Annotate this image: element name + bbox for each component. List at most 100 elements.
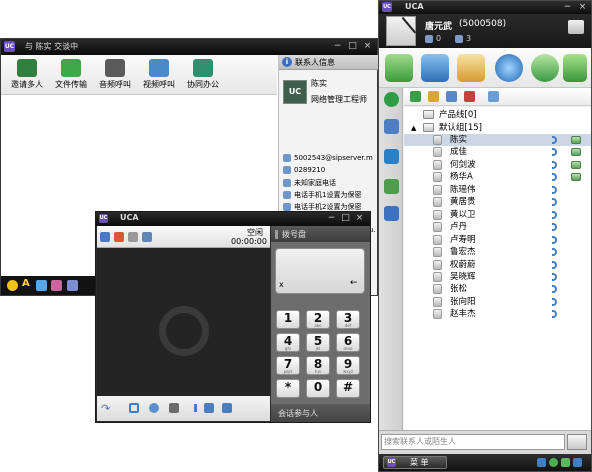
video-call-icon[interactable]	[571, 136, 581, 144]
phone-call-icon[interactable]	[552, 160, 557, 169]
phone-call-icon[interactable]	[552, 235, 557, 244]
audio-call-button[interactable]: 音频呼叫	[93, 56, 137, 94]
speaker-icon[interactable]	[222, 403, 232, 413]
dial-key[interactable]: 2 abc	[306, 310, 330, 329]
contact-row[interactable]: 吴晓辉	[404, 271, 591, 283]
contact-row[interactable]: 陈实	[404, 134, 591, 146]
phone-call-icon[interactable]	[552, 260, 557, 269]
org-chart-icon[interactable]	[385, 54, 413, 82]
hangup-icon[interactable]	[114, 232, 124, 242]
record-icon[interactable]	[169, 403, 179, 413]
dial-number-display[interactable]: x ←	[275, 248, 365, 294]
dial-key[interactable]: 1	[276, 310, 300, 329]
groups-tab-icon[interactable]	[384, 119, 399, 134]
dial-key[interactable]: #	[336, 379, 360, 398]
screen-share-icon[interactable]	[142, 232, 152, 242]
clear-icon[interactable]: x	[279, 280, 284, 289]
user-avatar[interactable]	[386, 16, 417, 46]
screenshot-icon[interactable]	[36, 280, 47, 291]
video-call-button[interactable]: 视频呼叫	[137, 56, 181, 94]
phone-call-icon[interactable]	[552, 272, 557, 281]
message-icon[interactable]	[455, 35, 463, 43]
video-call-icon[interactable]	[571, 173, 581, 182]
contact-row[interactable]: 黄居贵	[404, 196, 591, 208]
maximize-icon[interactable]: □	[339, 213, 352, 224]
menu-button[interactable]: UC 菜 单	[383, 456, 447, 469]
expand-toggle-icon[interactable]: ▲	[411, 122, 416, 134]
phone-call-icon[interactable]	[552, 310, 557, 319]
phone-call-icon[interactable]	[552, 285, 557, 294]
search-icon[interactable]	[567, 434, 587, 450]
phone-call-icon[interactable]	[552, 248, 557, 257]
tree-group[interactable]: 产品线[0]	[404, 109, 591, 121]
chat-titlebar[interactable]: UC 与 陈实 交谈中 − □ ×	[1, 39, 377, 55]
microphone-icon[interactable]	[204, 403, 214, 413]
contact-row[interactable]: 陈瑶伟	[404, 184, 591, 196]
dial-key[interactable]: 5 jkl	[306, 333, 330, 352]
settings-gear-icon[interactable]	[495, 54, 523, 82]
contact-row[interactable]: 成佳	[404, 146, 591, 158]
video-call-icon[interactable]	[571, 160, 581, 169]
close-icon[interactable]: ×	[353, 213, 366, 224]
contact-row[interactable]: 张向阳	[404, 296, 591, 308]
video-call-icon[interactable]	[571, 148, 581, 157]
shake-icon[interactable]	[67, 280, 78, 291]
contacts-icon[interactable]	[100, 232, 110, 242]
messages-tab-icon[interactable]	[384, 179, 399, 194]
status-icon[interactable]	[425, 35, 433, 43]
dial-key[interactable]: 6 mno	[336, 333, 360, 352]
font-icon[interactable]: A	[22, 278, 30, 289]
contact-row[interactable]: 鲁宏杰	[404, 246, 591, 258]
image-icon[interactable]	[51, 280, 62, 291]
participants-bar[interactable]: 会话参与人	[271, 404, 370, 422]
phone-call-icon[interactable]	[552, 210, 557, 219]
minimize-icon[interactable]: −	[331, 41, 344, 52]
main-titlebar[interactable]: UC UCA − ×	[379, 1, 591, 14]
sort-icon[interactable]	[488, 91, 499, 102]
dial-key[interactable]: 9 wxyz	[336, 356, 360, 375]
sync-icon[interactable]	[531, 54, 559, 82]
collaborate-button[interactable]: 协同办公	[181, 56, 225, 94]
phone-call-icon[interactable]	[552, 223, 557, 232]
contact-row[interactable]: 何剑波	[404, 159, 591, 171]
dial-key[interactable]: 0	[306, 379, 330, 398]
phone-call-icon[interactable]	[552, 185, 557, 194]
settings-menu-icon[interactable]	[568, 20, 584, 34]
history-tab-icon[interactable]	[384, 149, 399, 164]
contact-row[interactable]: 卢丹	[404, 221, 591, 233]
edit-contact-icon[interactable]	[446, 91, 457, 102]
delete-contact-icon[interactable]	[464, 91, 475, 102]
phone-call-icon[interactable]	[552, 173, 557, 182]
phone-call-icon[interactable]	[552, 297, 557, 306]
close-icon[interactable]: ×	[576, 2, 589, 13]
dial-key[interactable]: *	[276, 379, 300, 398]
dial-key[interactable]: 4 ghi	[276, 333, 300, 352]
tree-group[interactable]: ▲ 默认组[15]	[404, 122, 591, 134]
transfer-icon[interactable]	[149, 403, 159, 413]
redirect-icon[interactable]: ↷	[101, 402, 110, 415]
search-input[interactable]: 搜索联系人或陌生人	[381, 434, 565, 450]
contact-row[interactable]: 黄以卫	[404, 209, 591, 221]
maximize-icon[interactable]: □	[346, 41, 359, 52]
file-transfer-button[interactable]: 文件传输	[49, 56, 93, 94]
backspace-icon[interactable]: ←	[350, 278, 358, 288]
invite-button[interactable]: 邀请多人	[5, 56, 49, 94]
contact-row[interactable]: 张松	[404, 283, 591, 295]
contacts-tab-icon[interactable]	[384, 92, 399, 107]
contact-row[interactable]: 赵丰杰	[404, 308, 591, 320]
minimize-icon[interactable]: −	[325, 213, 338, 224]
emoticon-icon[interactable]	[7, 280, 18, 291]
apps-grid-icon[interactable]	[421, 54, 449, 82]
close-icon[interactable]: ×	[361, 41, 374, 52]
add-contact-icon[interactable]	[410, 91, 421, 102]
phone-call-icon[interactable]	[552, 136, 557, 144]
contact-row[interactable]: 权蔚蔚	[404, 259, 591, 271]
dial-key[interactable]: 7 pqrs	[276, 356, 300, 375]
dial-key[interactable]: 3 def	[336, 310, 360, 329]
hold-icon[interactable]	[129, 403, 139, 413]
add-group-icon[interactable]	[428, 91, 439, 102]
dialer-titlebar[interactable]: UC UCA − □ ×	[96, 212, 370, 226]
phone-call-icon[interactable]	[552, 148, 557, 157]
exit-arrow-icon[interactable]	[563, 54, 587, 82]
conference-tab-icon[interactable]	[384, 206, 399, 221]
